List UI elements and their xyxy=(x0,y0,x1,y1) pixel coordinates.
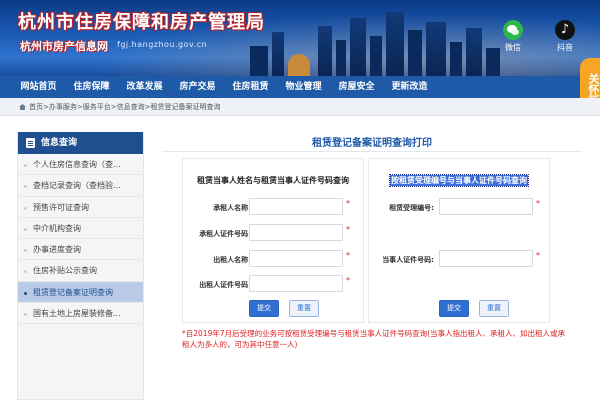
skyline-building xyxy=(486,48,500,76)
bullet-icon xyxy=(24,185,27,189)
sidebar-item-label: 中介机构查询 xyxy=(33,223,81,233)
landlord-name-input[interactable] xyxy=(249,250,343,267)
nav-item-home[interactable]: 网站首页 xyxy=(12,76,65,98)
wechat-icon xyxy=(503,20,523,40)
main-nav: 网站首页 住房保障 改革发展 房产交易 住房租赁 物业管理 房屋安全 更新改造 xyxy=(0,76,600,98)
breadcrumb: 首页>办事服务>服务平台>信息查询>租赁登记备案证明查询 xyxy=(19,102,220,112)
query-panel-by-name: 租赁当事人姓名与租赁当事人证件号码查询 承租人名称: * 承租人证件号码: * … xyxy=(182,158,364,323)
wechat-link[interactable]: 微信 xyxy=(500,20,526,53)
field-label: 租赁受理编号: xyxy=(389,204,434,212)
query-panel-by-number: 按租赁受理编号与当事人证件号码查询 租赁受理编号: * 当事人证件号码: * 提… xyxy=(368,158,550,323)
submit-button[interactable]: 提交 xyxy=(439,300,469,317)
skyline-building xyxy=(426,22,446,76)
tiktok-icon: ♪ xyxy=(555,20,575,40)
sidebar-item-renovation-filing[interactable]: 国有土地上房屋装修备... xyxy=(18,303,143,325)
title-divider xyxy=(162,151,582,152)
sidebar-item-archive-records[interactable]: 查档记录查询（查档验... xyxy=(18,175,143,197)
sidebar-item-label: 租赁登记备案证明查询 xyxy=(33,287,113,297)
document-icon xyxy=(26,138,35,148)
field-label: 承租人名称: xyxy=(213,204,251,212)
sidebar-item-agencies[interactable]: 中介机构查询 xyxy=(18,218,143,240)
required-mark: * xyxy=(346,251,350,260)
required-mark: * xyxy=(536,199,540,208)
skyline-building xyxy=(408,30,422,76)
sidebar-item-progress[interactable]: 办事进度查询 xyxy=(18,239,143,261)
nav-item-building-safety[interactable]: 房屋安全 xyxy=(330,76,383,98)
field-label: 承租人证件号码: xyxy=(199,230,251,238)
skyline-building xyxy=(450,42,462,76)
skyline-building xyxy=(350,18,366,76)
site-subtitle: 杭州市房产信息网 xyxy=(20,40,108,53)
bullet-icon xyxy=(24,313,27,317)
bullet-icon xyxy=(24,249,27,253)
wechat-label: 微信 xyxy=(505,43,521,52)
tiktok-label: 抖音 xyxy=(557,43,573,52)
required-mark: * xyxy=(346,225,350,234)
page-title: 租赁登记备案证明查询打印 xyxy=(312,138,432,149)
required-mark: * xyxy=(536,251,540,260)
bullet-icon xyxy=(24,270,27,274)
field-label: 当事人证件号码: xyxy=(382,256,434,264)
tenant-name-input[interactable] xyxy=(249,198,343,215)
skyline-building xyxy=(336,40,346,76)
bullet-icon xyxy=(24,164,27,167)
submit-button[interactable]: 提交 xyxy=(249,300,279,317)
party-id-input[interactable] xyxy=(439,250,533,267)
landlord-id-input[interactable] xyxy=(249,275,343,292)
sidebar-item-label: 住房补贴公示查询 xyxy=(33,266,97,276)
reset-button[interactable]: 重置 xyxy=(479,300,509,317)
panel-heading: 租赁当事人姓名与租赁当事人证件号码查询 xyxy=(197,176,349,185)
query-note: *自2019年7月后受理的业务可按租赁受理编号与租赁当事人证件号码查询(当事人指… xyxy=(182,329,566,349)
sidebar-heading-label: 信息查询 xyxy=(41,138,78,148)
sidebar-heading: 信息查询 xyxy=(18,132,143,154)
sidebar-item-presale-permit[interactable]: 预售许可证查询 xyxy=(18,197,143,218)
tiktok-link[interactable]: ♪ 抖音 xyxy=(552,20,578,53)
field-label: 出租人证件号码: xyxy=(199,281,251,289)
nav-item-reform[interactable]: 改革发展 xyxy=(118,76,171,98)
nav-item-rental[interactable]: 住房租赁 xyxy=(224,76,277,98)
skyline-building xyxy=(288,54,310,76)
panel-heading-text: 按租赁受理编号与当事人证件号码查询 xyxy=(389,174,529,187)
bullet-icon xyxy=(24,291,27,295)
panel-heading: 按租赁受理编号与当事人证件号码查询 xyxy=(369,174,549,187)
home-icon[interactable] xyxy=(19,104,26,110)
breadcrumb-text[interactable]: 首页>办事服务>服务平台>信息查询>租赁登记备案证明查询 xyxy=(29,103,220,111)
sidebar-item-label: 个人住房信息查询（查... xyxy=(33,160,121,169)
sidebar-item-label: 办事进度查询 xyxy=(33,245,81,255)
skyline-building xyxy=(250,46,268,76)
nav-item-property-trade[interactable]: 房产交易 xyxy=(171,76,224,98)
required-mark: * xyxy=(346,199,350,208)
sidebar: 信息查询 个人住房信息查询（查... 查档记录查询（查档验... 预售许可证查询… xyxy=(17,132,144,400)
skyline-building xyxy=(272,32,284,76)
skyline-building xyxy=(318,26,332,76)
skyline-building xyxy=(370,36,382,76)
site-url: fgj.hangzhou.gov.cn xyxy=(117,40,208,49)
breadcrumb-bar: 首页>办事服务>服务平台>信息查询>租赁登记备案证明查询 xyxy=(0,98,600,116)
bullet-icon xyxy=(24,206,27,210)
skyline-building xyxy=(466,28,482,76)
nav-item-renewal[interactable]: 更新改造 xyxy=(383,76,436,98)
bullet-icon xyxy=(24,227,27,231)
tenant-id-input[interactable] xyxy=(249,224,343,241)
reset-button[interactable]: 重置 xyxy=(289,300,319,317)
required-mark: * xyxy=(346,276,350,285)
skyline-building xyxy=(386,12,404,76)
header-banner: 杭州市住房保障和房产管理局 杭州市房产信息网 fgj.hangzhou.gov.… xyxy=(0,0,600,76)
nav-item-housing-security[interactable]: 住房保障 xyxy=(65,76,118,98)
rental-acceptance-number-input[interactable] xyxy=(439,198,533,215)
sidebar-item-label: 预售许可证查询 xyxy=(33,202,89,212)
sidebar-item-label: 查档记录查询（查档验... xyxy=(33,181,121,191)
sidebar-item-label: 国有土地上房屋装修备... xyxy=(33,309,121,319)
sidebar-item-personal-housing[interactable]: 个人住房信息查询（查... xyxy=(18,154,143,176)
field-label: 出租人名称: xyxy=(213,256,251,264)
nav-item-property-management[interactable]: 物业管理 xyxy=(277,76,330,98)
site-title: 杭州市住房保障和房产管理局 xyxy=(18,12,265,33)
sidebar-item-rental-registration[interactable]: 租赁登记备案证明查询 xyxy=(18,281,143,304)
sidebar-item-subsidy-notice[interactable]: 住房补贴公示查询 xyxy=(18,260,143,282)
